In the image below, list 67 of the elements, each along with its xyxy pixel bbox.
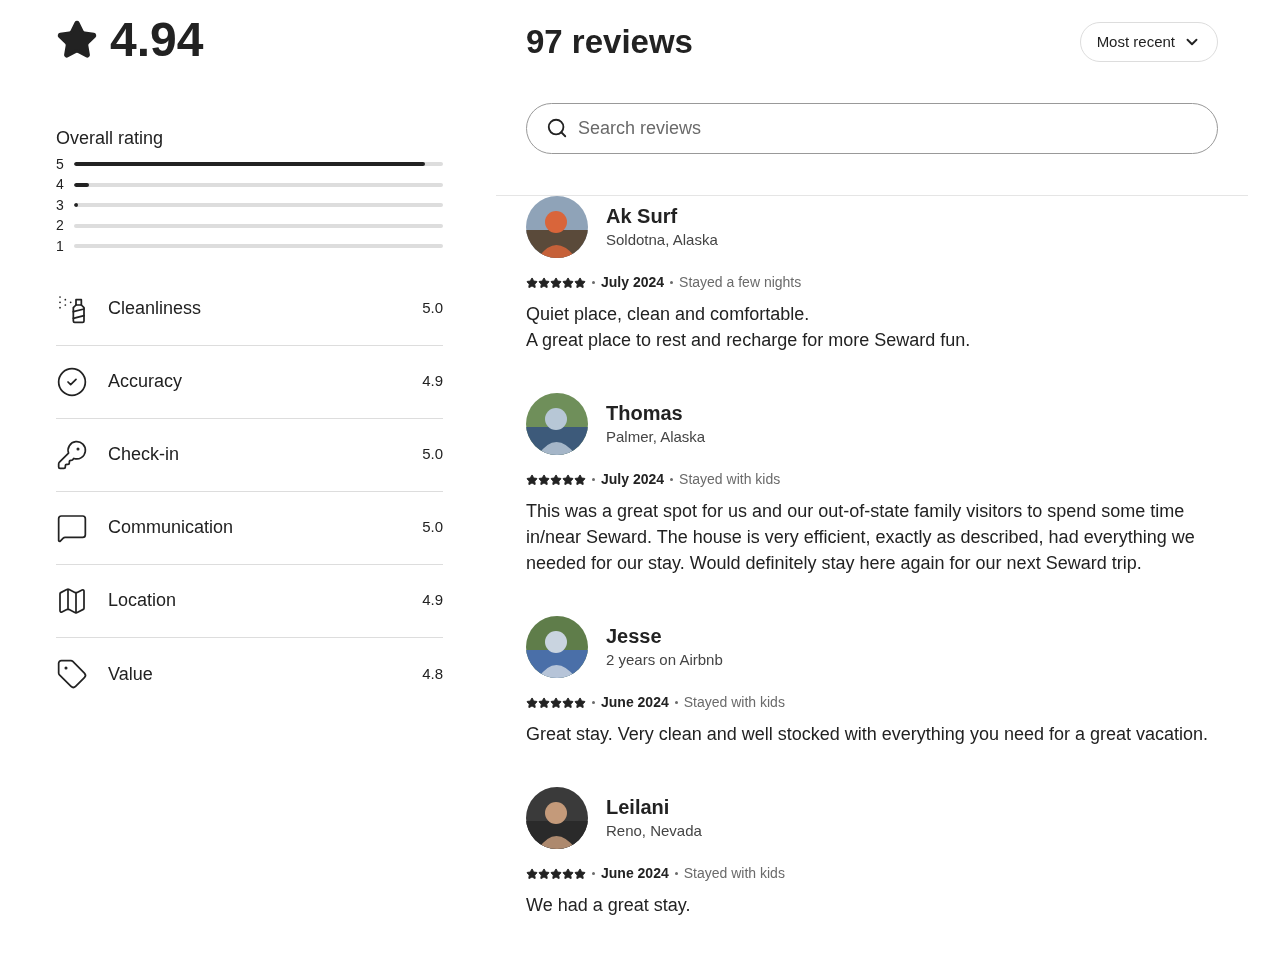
review-date: June 2024 xyxy=(601,864,669,883)
star-icon xyxy=(562,473,574,486)
category-label: Value xyxy=(108,662,154,686)
star-icon xyxy=(562,696,574,709)
category-score: 4.9 xyxy=(422,371,443,392)
category-label: Check-in xyxy=(108,443,181,466)
reviewer-name: Jesse xyxy=(606,624,663,649)
review-text: This was a great spot for us and our out-of-state family visitors to spend some time in/near Seward. The house is very efficient, exactly as described, had everything we needed for our stay. Would definitely stay here again for our next Seward trip. xyxy=(526,500,1196,575)
stay-type: Stayed with kids xyxy=(683,864,785,883)
reviewer-name: Ak Surf xyxy=(606,204,679,229)
star-icon xyxy=(562,276,574,289)
stay-type: Stayed a few nights xyxy=(679,273,802,292)
star-icon xyxy=(526,473,538,486)
rating-number: 1 xyxy=(56,236,65,256)
reviewer-subtitle: 2 years on Airbnb xyxy=(606,650,723,670)
star-icon xyxy=(574,696,586,709)
category-label: Location xyxy=(108,589,178,612)
star-icon xyxy=(574,867,586,880)
category-score: 5.0 xyxy=(422,517,443,538)
check-circle-icon xyxy=(56,365,88,398)
review-date: July 2024 xyxy=(601,273,665,292)
stay-type: Stayed with kids xyxy=(679,470,781,489)
star-icon xyxy=(550,473,562,486)
reviews-count: 97 reviews xyxy=(526,22,693,63)
star-icon xyxy=(562,867,574,880)
star-icon xyxy=(538,696,550,709)
rating-number: 5 xyxy=(56,154,65,174)
star-icon xyxy=(56,19,98,61)
tag-icon xyxy=(56,658,88,690)
category-score: 4.9 xyxy=(422,590,443,611)
review-text: Quiet place, clean and comfortable. xyxy=(526,303,811,326)
overall-rating-label: Overall rating xyxy=(56,127,165,150)
star-icon xyxy=(538,473,550,486)
category-label: Accuracy xyxy=(108,370,184,393)
category-score: 5.0 xyxy=(422,444,443,465)
reviewer-subtitle: Palmer, Alaska xyxy=(606,427,706,447)
star-icon xyxy=(550,276,562,289)
reviewer-subtitle: Soldotna, Alaska xyxy=(606,230,718,250)
star-icon xyxy=(574,473,586,486)
star-icon xyxy=(526,696,538,709)
search-field[interactable]: Search reviews xyxy=(526,103,1218,154)
category-label: Cleanliness xyxy=(108,297,203,320)
rating-number: 2 xyxy=(56,216,65,236)
review-text: A great place to rest and recharge for more Seward fun. xyxy=(526,329,972,352)
star-icon xyxy=(550,867,562,880)
star-icon xyxy=(526,867,538,880)
reviewer-name: Thomas xyxy=(606,401,684,426)
star-icon xyxy=(538,867,550,880)
reviewer-name: Leilani xyxy=(606,795,671,820)
star-icon xyxy=(538,276,550,289)
star-icon xyxy=(550,696,562,709)
reviewer-subtitle: Reno, Nevada xyxy=(606,821,702,841)
review-text: We had a great stay. xyxy=(526,894,692,917)
rating-number: 3 xyxy=(56,195,65,215)
category-score: 5.0 xyxy=(422,298,443,319)
rating-number: 4 xyxy=(56,175,65,195)
review-date: July 2024 xyxy=(601,470,665,489)
review-text: Great stay. Very clean and well stocked with everything you need for a great vacation. xyxy=(526,723,1210,746)
overall-score: 4.94 xyxy=(110,16,204,64)
star-icon xyxy=(526,276,538,289)
key-icon xyxy=(56,438,88,471)
category-label: Communication xyxy=(108,516,235,539)
search-icon xyxy=(546,117,568,139)
category-score: 4.8 xyxy=(422,663,443,684)
star-icon xyxy=(574,276,586,289)
stay-type: Stayed with kids xyxy=(683,693,785,712)
review-date: June 2024 xyxy=(601,693,669,712)
